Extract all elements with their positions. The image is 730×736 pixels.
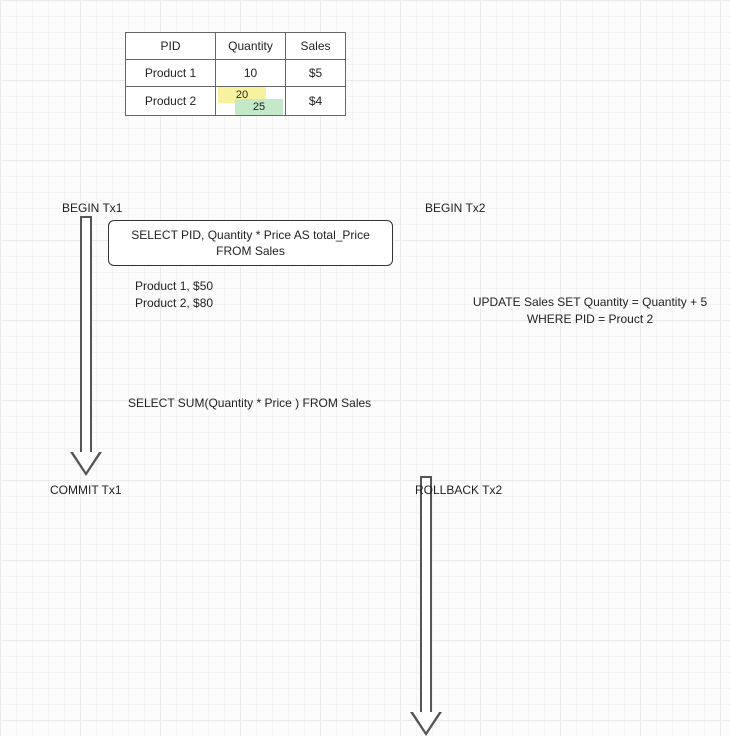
sales-table: PID Quantity Sales Product 1 10 $5 Produ…	[125, 32, 346, 116]
tx1-select-line2: FROM Sales	[119, 243, 382, 259]
tx2-timeline-arrow	[412, 476, 440, 736]
table-row: Product 1 10 $5	[126, 60, 346, 87]
tx1-select2: SELECT SUM(Quantity * Price ) FROM Sales	[128, 395, 371, 412]
col-header-pid: PID	[126, 33, 216, 60]
tx1-result-line1: Product 1, $50	[135, 278, 213, 295]
tx1-end-label: COMMIT Tx1	[50, 482, 122, 499]
tx2-update-line1: UPDATE Sales SET Quantity = Quantity + 5	[455, 294, 725, 311]
qty-new-value: 25	[235, 99, 283, 115]
tx2-update: UPDATE Sales SET Quantity = Quantity + 5…	[455, 294, 725, 328]
table-header-row: PID Quantity Sales	[126, 33, 346, 60]
tx1-timeline-arrow	[72, 216, 100, 476]
tx2-update-line2: WHERE PID = Prouct 2	[455, 311, 725, 328]
cell-qty-stacked: 20 25	[216, 87, 286, 116]
tx1-result: Product 1, $50 Product 2, $80	[135, 278, 213, 312]
tx1-begin-label: BEGIN Tx1	[62, 200, 122, 217]
col-header-sales: Sales	[286, 33, 346, 60]
cell-pid: Product 2	[126, 87, 216, 116]
col-header-qty: Quantity	[216, 33, 286, 60]
cell-qty: 10	[216, 60, 286, 87]
tx2-begin-label: BEGIN Tx2	[425, 200, 485, 217]
tx1-select-line1: SELECT PID, Quantity * Price AS total_Pr…	[119, 227, 382, 243]
tx1-result-line2: Product 2, $80	[135, 295, 213, 312]
cell-sales: $4	[286, 87, 346, 116]
tx1-select-box: SELECT PID, Quantity * Price AS total_Pr…	[108, 220, 393, 266]
table-row: Product 2 20 25 $4	[126, 87, 346, 116]
tx2-end-label: ROLLBACK Tx2	[415, 482, 502, 499]
cell-pid: Product 1	[126, 60, 216, 87]
cell-sales: $5	[286, 60, 346, 87]
